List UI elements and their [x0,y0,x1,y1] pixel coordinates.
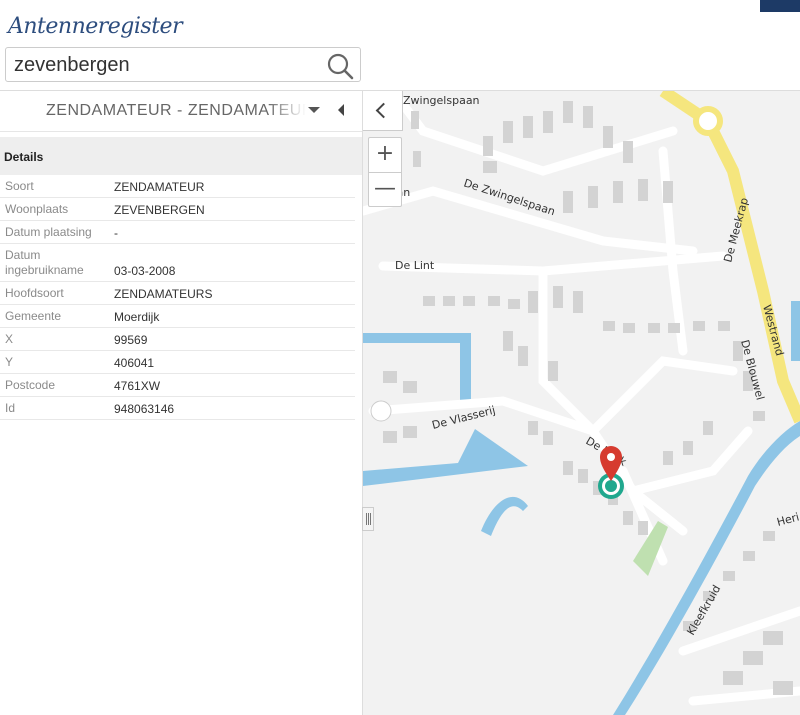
map-canvas: Zwingelspaan spaan De Zwingelspaan De Li… [363,91,800,715]
detail-row: Soort ZENDAMATEUR [0,175,355,198]
detail-value: 03-03-2008 [109,243,355,282]
detail-value: ZEVENBERGEN [109,197,355,221]
map-view[interactable]: Zwingelspaan spaan De Zwingelspaan De Li… [363,91,800,715]
grip-line [370,513,371,525]
zoom-out-button[interactable]: — [369,173,401,207]
detail-key: Id [0,396,109,420]
detail-value: 406041 [109,350,355,374]
street-label-westrand: Westrand [760,303,786,357]
app-logo: Antenneregister [8,14,183,39]
street-label-zwingelspaan: Zwingelspaan [403,94,480,107]
detail-row: Y 406041 [0,350,355,374]
street-label-de-blouwel: De Blouwel [738,338,767,401]
detail-value: 948063146 [109,396,355,420]
detail-key: Postcode [0,373,109,397]
collapse-panel-icon[interactable] [338,104,344,116]
detail-row: Postcode 4761XW [0,373,355,397]
search-input[interactable] [14,53,314,77]
detail-key: Y [0,350,109,374]
detail-key: Datum plaatsing [0,220,109,244]
details-section-header: Details [0,137,362,175]
cul-de-sac [370,400,392,422]
detail-value: - [109,220,355,244]
detail-row: X 99569 [0,327,355,351]
user-menu-button[interactable] [760,0,800,12]
detail-key: Soort [0,175,109,198]
zoom-in-button[interactable]: + [369,138,401,173]
detail-key: Woonplaats [0,197,109,221]
back-button[interactable] [363,91,403,131]
panel-header: ZENDAMATEUR - ZENDAMATEURS [0,91,362,132]
detail-row: Gemeente Moerdijk [0,304,355,328]
canal-east-top [791,301,800,361]
panel-resize-handle[interactable] [362,507,374,531]
grip-line [368,513,369,525]
chevron-left-icon [375,102,392,119]
search-icon[interactable] [326,52,354,80]
detail-row: Hoofdsoort ZENDAMATEURS [0,281,355,305]
small-pond [481,496,528,536]
detail-key: Hoofdsoort [0,281,109,305]
detail-key: X [0,327,109,351]
detail-value: Moerdijk [109,304,355,328]
detail-key: Gemeente [0,304,109,328]
grip-line [366,513,367,525]
details-panel: ZENDAMATEUR - ZENDAMATEURS Details Soort… [0,91,363,715]
search-box [5,47,361,82]
zoom-control: + — [368,137,402,207]
layer-selector[interactable]: ZENDAMATEUR - ZENDAMATEURS [46,102,306,120]
roundabout [693,106,723,136]
detail-value: ZENDAMATEUR [109,175,355,198]
detail-row: Id 948063146 [0,396,355,420]
street-label-de-lint: De Lint [395,259,435,272]
detail-row: Datum plaatsing - [0,220,355,244]
street-label-heri: Heri [775,510,800,528]
detail-value: ZENDAMATEURS [109,281,355,305]
detail-value: 4761XW [109,373,355,397]
section-title: Details [4,150,44,164]
detail-key: Datum ingebruikname [0,243,109,282]
detail-value: 99569 [109,327,355,351]
detail-row: Datum ingebruikname 03-03-2008 [0,243,355,282]
detail-row: Woonplaats ZEVENBERGEN [0,197,355,221]
details-table: Soort ZENDAMATEUR Woonplaats ZEVENBERGEN Dat… [0,175,355,420]
chevron-down-icon[interactable] [308,107,320,113]
